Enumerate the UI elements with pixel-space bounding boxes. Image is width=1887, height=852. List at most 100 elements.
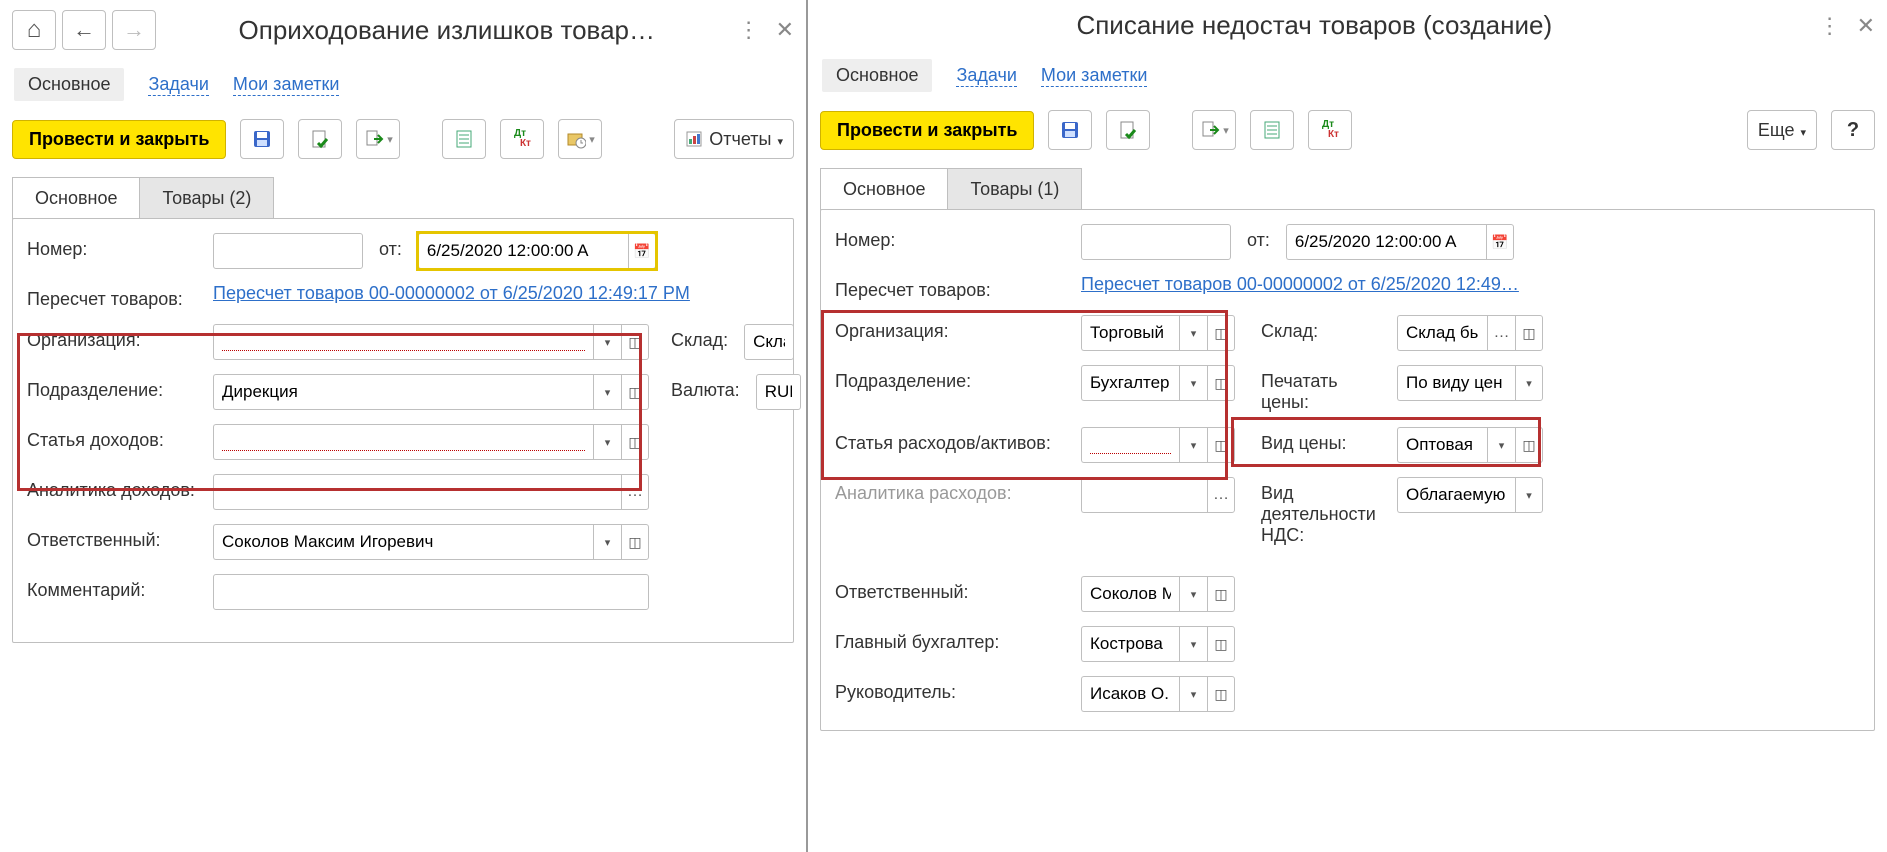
warehouse-open[interactable] <box>1515 315 1543 351</box>
close-window-button[interactable] <box>1857 13 1875 39</box>
responsible-input[interactable] <box>213 524 593 560</box>
list-button[interactable] <box>1250 110 1294 150</box>
post-button[interactable] <box>298 119 342 159</box>
organization-dropdown[interactable] <box>593 324 621 360</box>
basis-button[interactable] <box>356 119 400 159</box>
nav-main[interactable]: Основное <box>822 59 932 92</box>
number-label: Номер: <box>835 224 1065 251</box>
nav-tasks[interactable]: Задачи <box>148 74 208 96</box>
head-input[interactable] <box>1081 676 1179 712</box>
income-input[interactable] <box>213 424 593 460</box>
close-window-button[interactable] <box>776 17 794 43</box>
print-prices-input[interactable] <box>1397 365 1515 401</box>
organization-open[interactable] <box>621 324 649 360</box>
responsible-open[interactable] <box>621 524 649 560</box>
dtkt-button[interactable]: ДтКт <box>1308 110 1352 150</box>
date-input[interactable] <box>1286 224 1486 260</box>
more-button[interactable]: Еще <box>1747 110 1817 150</box>
save-button[interactable] <box>240 119 284 159</box>
calendar-button[interactable] <box>1486 224 1514 260</box>
currency-input[interactable] <box>756 374 801 410</box>
number-input[interactable] <box>1081 224 1231 260</box>
analytics-ellipsis[interactable] <box>621 474 649 510</box>
price-type-open[interactable] <box>1515 427 1543 463</box>
responsible-open[interactable] <box>1207 576 1235 612</box>
responsible-dropdown[interactable] <box>593 524 621 560</box>
basis-button[interactable] <box>1192 110 1236 150</box>
nav-back-button[interactable] <box>62 10 106 50</box>
responsible-input[interactable] <box>1081 576 1179 612</box>
number-label: Номер: <box>27 233 197 260</box>
analytics-input[interactable] <box>1081 477 1207 513</box>
more-actions-button[interactable] <box>1819 13 1841 39</box>
arrow-right-icon <box>123 17 145 43</box>
price-type-dropdown[interactable] <box>1487 427 1515 463</box>
department-dropdown[interactable] <box>1179 365 1207 401</box>
head-open[interactable] <box>1207 676 1235 712</box>
print-prices-dropdown[interactable] <box>1515 365 1543 401</box>
home-button[interactable] <box>12 10 56 50</box>
recount-link[interactable]: Пересчет товаров 00-00000002 от 6/25/202… <box>1081 274 1519 295</box>
list-button[interactable] <box>442 119 486 159</box>
nav-forward-button[interactable] <box>112 10 156 50</box>
department-dropdown[interactable] <box>593 374 621 410</box>
recount-link[interactable]: Пересчет товаров 00-00000002 от 6/25/202… <box>213 283 690 304</box>
post-button[interactable] <box>1106 110 1150 150</box>
price-type-input[interactable] <box>1397 427 1487 463</box>
expense-input[interactable] <box>1081 427 1179 463</box>
post-and-close-button[interactable]: Провести и закрыть <box>820 111 1034 150</box>
vat-dropdown[interactable] <box>1515 477 1543 513</box>
responsible-dropdown[interactable] <box>1179 576 1207 612</box>
post-and-close-button[interactable]: Провести и закрыть <box>12 120 226 159</box>
help-button[interactable] <box>1831 110 1875 150</box>
floppy-icon <box>252 129 272 149</box>
sheet-arrow-icon <box>1200 120 1220 140</box>
warehouse-input[interactable] <box>744 324 794 360</box>
income-dropdown[interactable] <box>593 424 621 460</box>
department-input[interactable] <box>213 374 593 410</box>
nav-my-notes[interactable]: Мои заметки <box>233 74 340 96</box>
tab-goods[interactable]: Товары (2) <box>140 178 273 219</box>
nav-main[interactable]: Основное <box>14 68 124 101</box>
analytics-ellipsis[interactable] <box>1207 477 1235 513</box>
dtkt-button[interactable]: ДтКт <box>500 119 544 159</box>
chief-accountant-input[interactable] <box>1081 626 1179 662</box>
tab-main[interactable]: Основное <box>821 169 948 210</box>
warehouse-ellipsis[interactable] <box>1487 315 1515 351</box>
save-button[interactable] <box>1048 110 1092 150</box>
comment-input[interactable] <box>213 574 649 610</box>
chevron-down-icon <box>1191 637 1197 651</box>
department-input[interactable] <box>1081 365 1179 401</box>
from-label: от: <box>1247 224 1270 251</box>
tab-goods[interactable]: Товары (1) <box>948 169 1081 210</box>
head-dropdown[interactable] <box>1179 676 1207 712</box>
chevron-down-icon <box>605 435 611 449</box>
department-open[interactable] <box>621 374 649 410</box>
chevron-down-icon <box>777 129 783 150</box>
department-open[interactable] <box>1207 365 1235 401</box>
analytics-input[interactable] <box>213 474 621 510</box>
date-shift-button[interactable] <box>558 119 602 159</box>
organization-input[interactable] <box>1081 315 1179 351</box>
calendar-button[interactable] <box>628 233 656 269</box>
number-input[interactable] <box>213 233 363 269</box>
date-input[interactable] <box>418 233 628 269</box>
warehouse-input[interactable] <box>1397 315 1487 351</box>
chief-accountant-dropdown[interactable] <box>1179 626 1207 662</box>
price-type-label: Вид цены: <box>1261 427 1381 454</box>
tab-main[interactable]: Основное <box>13 178 140 219</box>
chief-accountant-label: Главный бухгалтер: <box>835 626 1065 653</box>
expense-open[interactable] <box>1207 427 1235 463</box>
reports-button[interactable]: Отчеты <box>674 119 794 159</box>
warehouse-label: Склад: <box>671 324 728 351</box>
more-actions-button[interactable] <box>738 17 760 43</box>
vat-input[interactable] <box>1397 477 1515 513</box>
income-open[interactable] <box>621 424 649 460</box>
organization-dropdown[interactable] <box>1179 315 1207 351</box>
organization-open[interactable] <box>1207 315 1235 351</box>
chief-accountant-open[interactable] <box>1207 626 1235 662</box>
nav-tasks[interactable]: Задачи <box>956 65 1016 87</box>
expense-dropdown[interactable] <box>1179 427 1207 463</box>
organization-input[interactable] <box>213 324 593 360</box>
nav-my-notes[interactable]: Мои заметки <box>1041 65 1148 87</box>
